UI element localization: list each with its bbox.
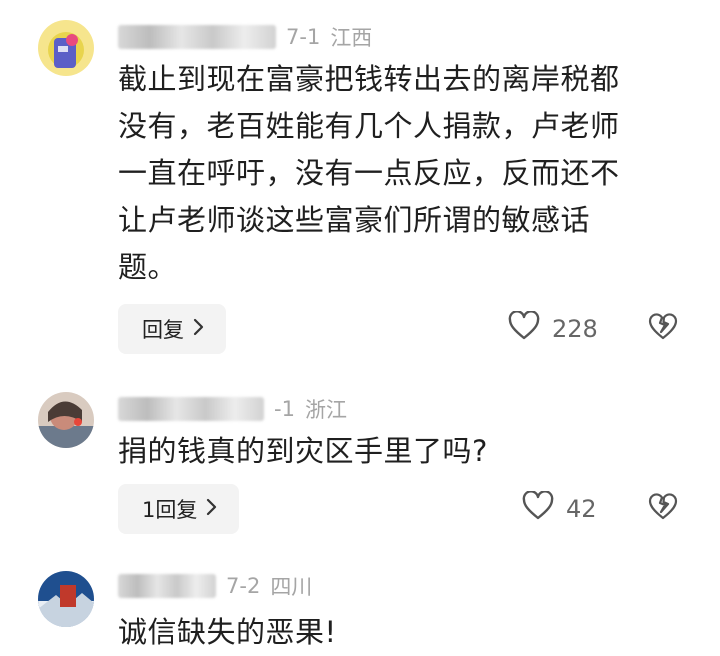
comment-line: 捐的钱真的到灾区手里了吗? <box>118 434 488 468</box>
comment-meta: -1 浙江 <box>118 394 347 424</box>
comment-meta: 7-2 四川 <box>118 571 312 601</box>
comment-item: -1 浙江 捐的钱真的到灾区手里了吗? 1回复 42 <box>0 370 720 555</box>
like-count: 228 <box>552 315 598 343</box>
comment-line: 诚信缺失的恶果! <box>118 615 337 649</box>
avatar[interactable] <box>38 571 94 627</box>
comment-date: 7-1 <box>286 25 321 49</box>
reply-label: 回复 <box>142 318 184 342</box>
comment-date: 7-2 <box>226 574 261 598</box>
username-blurred[interactable] <box>118 397 264 421</box>
like-button[interactable]: 42 <box>522 490 597 527</box>
heart-outline-icon <box>522 490 554 527</box>
comment-line: 没有，老百姓能有几个人捐款，卢老师 <box>118 109 620 143</box>
comment-item: 7-2 四川 诚信缺失的恶果! <box>0 555 720 652</box>
chevron-right-icon <box>205 497 217 521</box>
heart-outline-icon <box>508 310 540 347</box>
dislike-button[interactable] <box>648 492 678 524</box>
broken-heart-icon <box>648 313 678 344</box>
username-blurred[interactable] <box>118 574 216 598</box>
comment-line: 截止到现在富豪把钱转出去的离岸税都 <box>118 62 620 96</box>
avatar[interactable] <box>38 20 94 76</box>
broken-heart-icon <box>648 493 678 524</box>
like-count: 42 <box>566 495 597 523</box>
comment-text: 诚信缺失的恶果! <box>118 609 678 656</box>
comment-meta: 7-1 江西 <box>118 22 372 52</box>
username-blurred[interactable] <box>118 25 276 49</box>
avatar[interactable] <box>38 392 94 448</box>
comment-line: 一直在呼吁，没有一点反应，反而还不 <box>118 156 620 190</box>
comment-item: 7-1 江西 截止到现在富豪把钱转出去的离岸税都 没有，老百姓能有几个人捐款，卢… <box>0 0 720 370</box>
comment-location: 四川 <box>270 575 313 599</box>
reply-label: 1回复 <box>142 498 198 522</box>
comment-line: 让卢老师谈这些富豪们所谓的敏感话 <box>118 203 591 237</box>
reply-button[interactable]: 回复 <box>118 304 226 354</box>
comment-text: 截止到现在富豪把钱转出去的离岸税都 没有，老百姓能有几个人捐款，卢老师 一直在呼… <box>118 56 678 291</box>
comment-text: 捐的钱真的到灾区手里了吗? <box>118 428 678 475</box>
like-button[interactable]: 228 <box>508 310 598 347</box>
chevron-right-icon <box>192 317 204 341</box>
comment-location: 江西 <box>330 26 373 50</box>
comment-location: 浙江 <box>304 398 347 422</box>
comment-date: -1 <box>274 397 295 421</box>
comment-line: 题。 <box>118 250 178 284</box>
dislike-button[interactable] <box>648 312 678 344</box>
reply-button[interactable]: 1回复 <box>118 484 240 534</box>
